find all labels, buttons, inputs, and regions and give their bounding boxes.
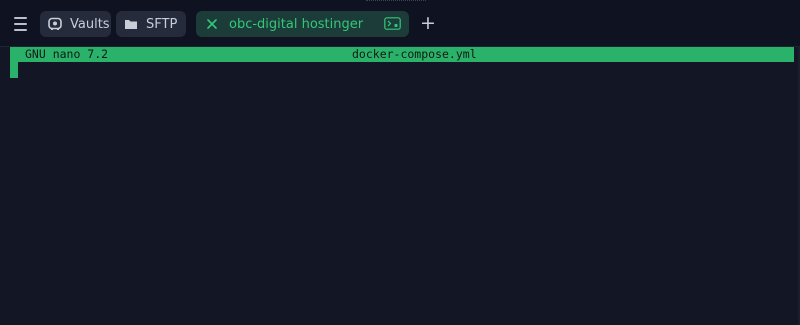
- menu-line: [13, 29, 27, 31]
- nano-filename: docker-compose.yml: [352, 47, 477, 61]
- close-icon[interactable]: [205, 17, 219, 31]
- text-cursor: [10, 62, 18, 78]
- terminal-area[interactable]: GNU nano 7.2 docker-compose.yml: [0, 47, 800, 325]
- tab-bar: Vaults SFTP obc-digital hostinger +: [0, 0, 800, 47]
- tab-label: SFTP: [146, 16, 178, 32]
- vault-icon: [48, 17, 62, 31]
- add-tab-button[interactable]: +: [418, 13, 438, 33]
- tab-obc-digital-hostinger[interactable]: obc-digital hostinger: [196, 11, 409, 37]
- tab-label: Vaults: [70, 16, 110, 32]
- tab-vaults[interactable]: Vaults: [40, 11, 111, 37]
- window-edge-artifact: [366, 0, 426, 6]
- terminal-icon: [384, 17, 401, 30]
- tab-sftp[interactable]: SFTP: [116, 11, 186, 37]
- menu-line: [13, 17, 27, 19]
- tab-label: obc-digital hostinger: [229, 16, 364, 32]
- hamburger-menu-button[interactable]: [8, 12, 32, 36]
- nano-title-bar: GNU nano 7.2 docker-compose.yml: [10, 47, 794, 62]
- menu-line: [13, 23, 27, 25]
- folder-icon: [124, 17, 138, 31]
- nano-version: GNU nano 7.2: [25, 47, 109, 61]
